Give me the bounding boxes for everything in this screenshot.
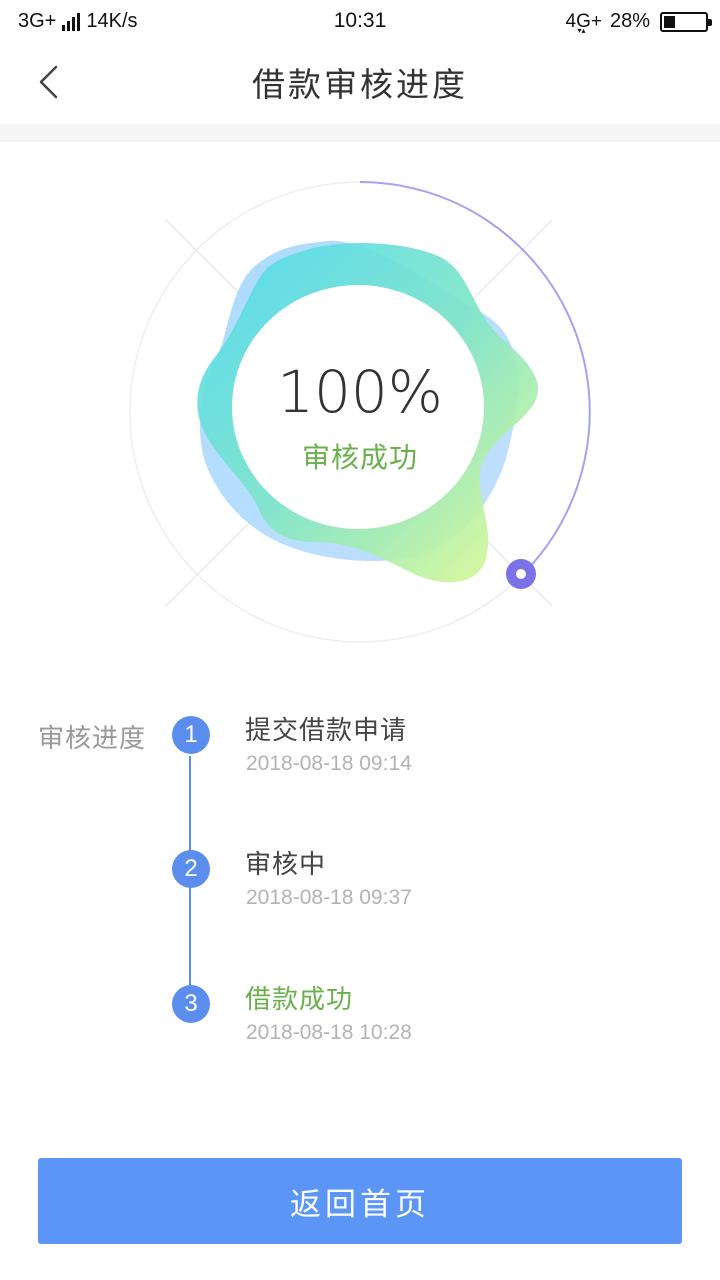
battery-icon — [660, 11, 712, 32]
data-arrows-icon: ▾▴ — [577, 25, 586, 35]
battery-percent: 28% — [609, 10, 650, 32]
step-title: 借款成功 — [245, 985, 354, 1015]
timeline-step: 3 借款成功 2018-08-18 10:28 — [172, 985, 692, 1075]
page-title: 借款审核进度 — [252, 65, 468, 104]
review-status: 审核成功 — [301, 441, 418, 474]
progress-percent: 100% — [277, 358, 443, 426]
progress-handle-center — [516, 569, 526, 579]
timeline-label: 审核进度 — [38, 724, 147, 754]
step-number-badge: 2 — [172, 850, 210, 888]
step-time: 2018-08-18 09:14 — [246, 752, 412, 775]
progress-graphic: 100% 审核成功 — [0, 142, 720, 682]
step-number-badge: 3 — [172, 985, 210, 1023]
network-type-right: 4G+ ▾▴ — [566, 11, 602, 35]
step-number-badge: 1 — [172, 716, 210, 754]
step-title: 审核中 — [245, 850, 327, 880]
step-title: 提交借款申请 — [245, 716, 408, 746]
timeline-step: 2 审核中 2018-08-18 09:37 — [172, 850, 692, 940]
section-divider — [0, 124, 720, 142]
step-time: 2018-08-18 09:37 — [246, 886, 412, 909]
step-time: 2018-08-18 10:28 — [246, 1021, 412, 1044]
battery-level — [664, 15, 675, 28]
timeline-step: 1 提交借款申请 2018-08-18 09:14 — [172, 716, 692, 806]
status-right: 4G+ ▾▴ 28% — [566, 10, 712, 35]
return-home-button[interactable]: 返回首页 — [38, 1158, 682, 1244]
status-bar: 3G+ 14K/s 10:31 4G+ ▾▴ 28% — [0, 0, 720, 44]
nav-bar: 借款审核进度 — [0, 44, 720, 124]
